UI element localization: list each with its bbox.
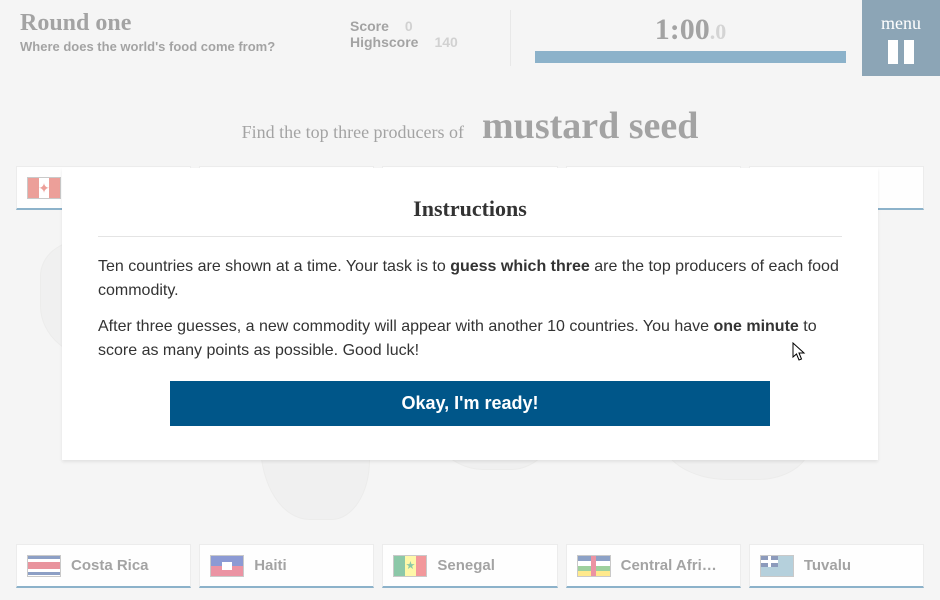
modal-paragraph-1: Ten countries are shown at a time. Your … <box>98 255 842 303</box>
ready-button[interactable]: Okay, I'm ready! <box>170 381 770 426</box>
modal-text-bold: guess which three <box>450 258 590 275</box>
instructions-modal: Instructions Ten countries are shown at … <box>62 168 878 460</box>
modal-divider <box>98 236 842 237</box>
modal-paragraph-2: After three guesses, a new commodity wil… <box>98 315 842 363</box>
modal-title: Instructions <box>98 196 842 222</box>
modal-text-bold: one minute <box>713 318 798 335</box>
modal-text: After three guesses, a new commodity wil… <box>98 318 713 335</box>
modal-text: Ten countries are shown at a time. Your … <box>98 258 450 275</box>
